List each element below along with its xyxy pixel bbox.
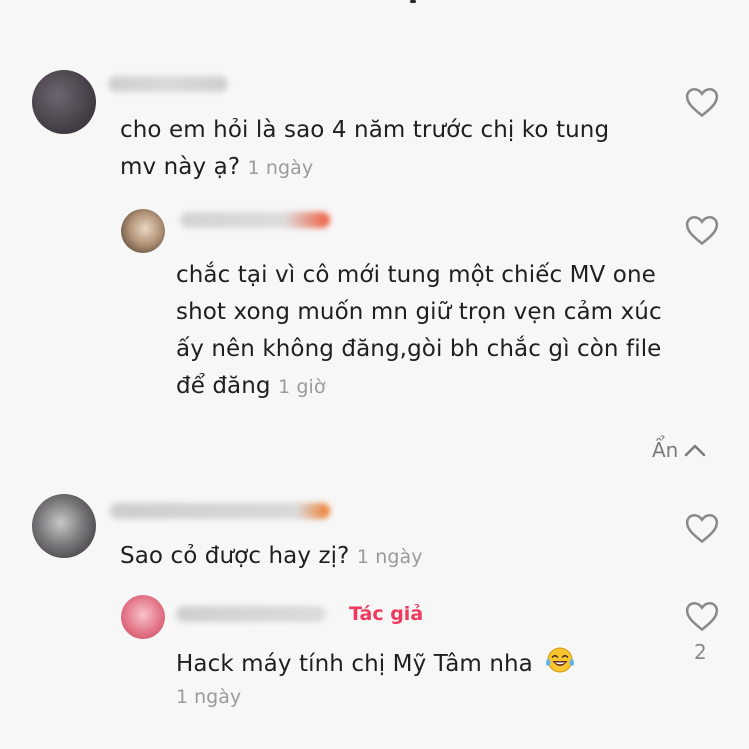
heart-icon[interactable] — [685, 600, 719, 632]
author-badge: Tác giả — [349, 603, 424, 625]
hide-replies-button[interactable]: Ẩn — [652, 438, 706, 462]
blurred-username[interactable] — [176, 606, 326, 622]
like-count: 2 — [694, 640, 707, 664]
laughing-tears-emoji — [546, 647, 575, 673]
comment-text: chắc tại vì cô mới tung một chiếc MV one… — [176, 262, 662, 399]
comment-time: 1 ngày — [176, 686, 242, 708]
avatar[interactable] — [32, 494, 96, 558]
comment-time: 1 giờ — [278, 376, 326, 398]
comment-time: 1 ngày — [247, 157, 314, 179]
comment-text: cho em hỏi là sao 4 năm trước chị ko tun… — [120, 117, 610, 180]
comment-text: Hack máy tính chị Mỹ Tâm nha — [176, 651, 533, 677]
comment-body: cho em hỏi là sao 4 năm trước chị ko tun… — [120, 112, 640, 187]
avatar[interactable] — [121, 595, 165, 639]
comment-body: chắc tại vì cô mới tung một chiếc MV one… — [176, 257, 696, 406]
comment-time: 1 ngày — [356, 546, 423, 568]
heart-icon[interactable] — [685, 214, 719, 246]
comment-body: Sao cỏ được hay zị? 1 ngày — [120, 538, 640, 576]
avatar[interactable] — [121, 209, 165, 253]
chevron-up-icon — [685, 444, 706, 457]
comment-text: Sao cỏ được hay zị? — [120, 543, 350, 569]
blurred-username[interactable] — [110, 503, 330, 519]
avatar[interactable] — [32, 70, 96, 134]
top-divider-dot — [410, 0, 416, 3]
blurred-username[interactable] — [108, 76, 228, 92]
heart-icon[interactable] — [685, 86, 719, 118]
comment-body: Hack máy tính chị Mỹ Tâm nha — [176, 645, 696, 683]
heart-icon[interactable] — [685, 512, 719, 544]
hide-replies-label: Ẩn — [652, 438, 679, 462]
blurred-username[interactable] — [180, 212, 330, 228]
